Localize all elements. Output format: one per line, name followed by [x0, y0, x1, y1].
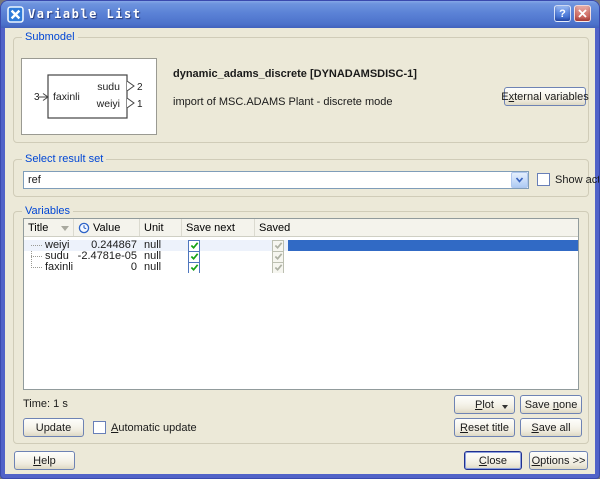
help-titlebar-button[interactable]: ? [554, 5, 571, 22]
window-frame: Variable List ? Submodel 3 [0, 0, 600, 479]
question-icon: ? [559, 8, 566, 20]
check-icon [274, 241, 283, 250]
close-button[interactable]: Close [464, 451, 522, 470]
result-set-value: ref [24, 172, 511, 188]
table-row[interactable]: sudu -2.4781e-05 null [24, 251, 578, 262]
saved-checkbox [272, 262, 284, 273]
check-icon [274, 252, 283, 261]
block-diagram: 3 faxinli sudu 2 weiyi 1 [22, 59, 156, 134]
tree-branch-icon [31, 256, 42, 257]
external-variables-label: External variables [501, 91, 588, 103]
options-button[interactable]: Options >> [529, 451, 588, 470]
save-none-label: Save none [525, 399, 578, 411]
submodel-title: dynamic_adams_discrete [DYNADAMSDISC-1] [173, 68, 417, 81]
save-all-label: Save all [531, 422, 570, 434]
update-label: Update [36, 422, 71, 434]
check-icon [274, 263, 283, 272]
column-header-unit[interactable]: Unit [140, 219, 182, 236]
row-unit: null [140, 262, 182, 273]
clock-icon [78, 222, 90, 234]
column-header-save-next[interactable]: Save next [182, 219, 255, 236]
row-value: 0 [74, 262, 140, 273]
result-set-group-label: Select result set [22, 153, 106, 166]
close-label: Close [479, 455, 507, 467]
variables-table[interactable]: Title Value Unit Save next [23, 218, 579, 390]
tree-branch-icon [31, 245, 42, 246]
svg-text:2: 2 [137, 82, 143, 93]
plot-button[interactable]: Plot [454, 395, 515, 414]
selection-highlight [288, 262, 578, 273]
dropdown-arrow-icon [502, 405, 508, 409]
selection-highlight [288, 251, 578, 262]
show-activity-indexes-label: Show activity indexes [555, 174, 600, 187]
sort-descending-icon [61, 226, 69, 231]
table-row[interactable]: weiyi 0.244867 null [24, 240, 578, 251]
saved-checkbox [272, 240, 284, 251]
svg-text:1: 1 [137, 99, 143, 110]
table-header[interactable]: Title Value Unit Save next [24, 219, 578, 237]
svg-text:sudu: sudu [97, 81, 120, 93]
column-header-title[interactable]: Title [24, 219, 74, 236]
saved-checkbox [272, 251, 284, 262]
row-value: 0.244867 [74, 240, 140, 251]
column-header-saved[interactable]: Saved [255, 219, 578, 236]
row-title: weiyi [45, 240, 69, 251]
save-next-checkbox[interactable] [188, 240, 200, 251]
time-label: Time: 1 s [23, 398, 68, 411]
tree-branch-icon [31, 267, 42, 268]
chevron-down-icon [515, 176, 524, 184]
external-variables-button[interactable]: External variables [504, 87, 586, 106]
check-icon [190, 263, 199, 272]
row-title: faxinli [45, 262, 73, 273]
help-label: Help [33, 455, 56, 467]
selection-highlight [288, 240, 578, 251]
close-titlebar-button[interactable] [574, 5, 591, 22]
update-button[interactable]: Update [23, 418, 84, 437]
close-icon [578, 9, 587, 18]
row-unit: null [140, 251, 182, 262]
check-icon [190, 252, 199, 261]
reset-title-label: Reset title [460, 422, 509, 434]
variable-list-dialog: Variable List ? Submodel 3 [0, 0, 600, 479]
save-all-button[interactable]: Save all [520, 418, 582, 437]
options-label: Options >> [532, 455, 586, 467]
help-button[interactable]: Help [14, 451, 75, 470]
table-row[interactable]: faxinli 0 null [24, 262, 578, 273]
column-header-value[interactable]: Value [74, 219, 140, 236]
combo-dropdown-button[interactable] [511, 172, 528, 188]
svg-text:faxinli: faxinli [53, 91, 80, 103]
result-set-combobox[interactable]: ref [23, 171, 529, 189]
show-activity-indexes-checkbox[interactable] [537, 173, 550, 186]
submodel-group-label: Submodel [22, 31, 78, 44]
variables-group-label: Variables [22, 205, 73, 218]
row-title: sudu [45, 251, 69, 262]
automatic-update-label: Automatic update [111, 422, 197, 435]
title-bar[interactable]: Variable List ? [1, 1, 599, 28]
check-icon [190, 241, 199, 250]
automatic-update-checkbox[interactable] [93, 421, 106, 434]
app-icon [7, 6, 24, 23]
reset-title-button[interactable]: Reset title [454, 418, 515, 437]
dialog-body: Submodel 3 faxinli sudu 2 weiyi 1 [5, 28, 595, 474]
svg-text:weiyi: weiyi [96, 98, 120, 110]
save-next-checkbox[interactable] [188, 251, 200, 262]
save-none-button[interactable]: Save none [520, 395, 582, 414]
window-title: Variable List [28, 1, 141, 28]
plot-label: Plot [475, 399, 494, 411]
save-next-checkbox[interactable] [188, 262, 200, 273]
table-body: weiyi 0.244867 null sudu [24, 237, 578, 273]
submodel-description: import of MSC.ADAMS Plant - discrete mod… [173, 96, 392, 109]
row-value: -2.4781e-05 [74, 251, 140, 262]
row-unit: null [140, 240, 182, 251]
submodel-preview: 3 faxinli sudu 2 weiyi 1 [21, 58, 157, 135]
